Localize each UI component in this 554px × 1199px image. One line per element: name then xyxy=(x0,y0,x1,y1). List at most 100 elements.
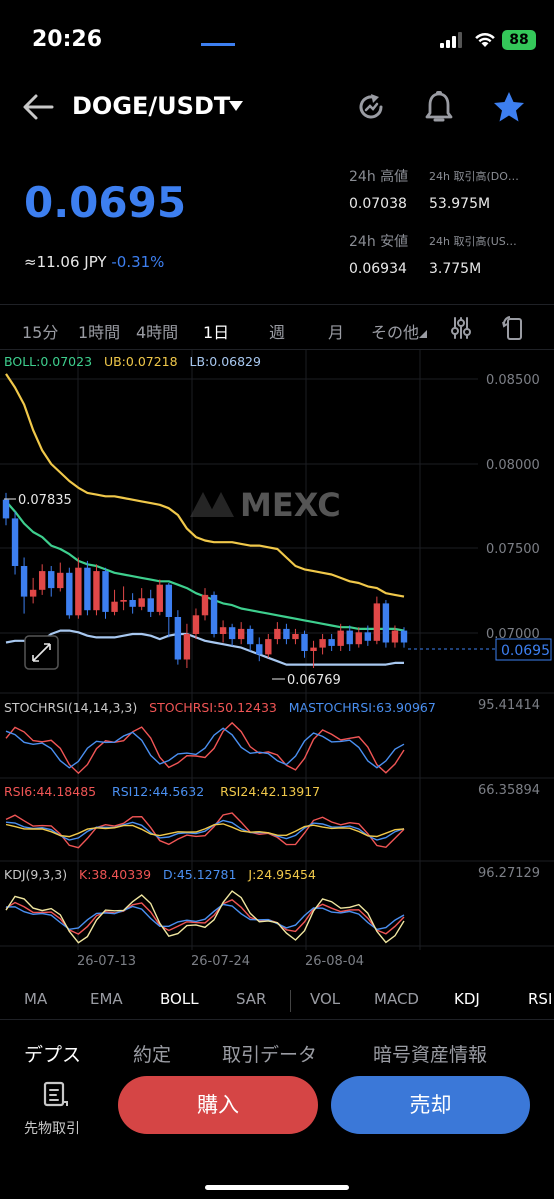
candle-body xyxy=(265,639,272,655)
indicator-kdj[interactable]: KDJ xyxy=(454,990,480,1008)
high-label: 24h 高値 xyxy=(349,169,409,185)
low-value: 0.06934 xyxy=(349,261,407,277)
trading-pair-title[interactable]: DOGE/USDT xyxy=(72,92,230,120)
indicator-lines xyxy=(5,721,405,944)
candle-body xyxy=(301,634,308,651)
indicator-macd[interactable]: MACD xyxy=(374,990,419,1008)
candle-body xyxy=(192,615,200,634)
volume-base-value: 53.975M xyxy=(429,196,491,212)
mexc-watermark xyxy=(190,492,234,517)
boll-upper-line xyxy=(5,373,405,598)
candle-body xyxy=(292,634,299,640)
favorite-star-icon[interactable] xyxy=(492,90,526,124)
tab-15m[interactable]: 15分 xyxy=(22,319,58,343)
active-tab-underline xyxy=(201,43,235,46)
futures-icon[interactable] xyxy=(40,1080,70,1110)
kdj-j-value: J:24.95454 xyxy=(248,867,316,882)
tab-trades[interactable]: 約定 xyxy=(133,1040,171,1067)
kdj-j-line xyxy=(5,890,405,944)
x-tick-0804: 26-08-04 xyxy=(305,954,364,969)
candle-body xyxy=(355,632,362,645)
tab-1h[interactable]: 1時間 xyxy=(78,319,120,343)
indicator-settings-icon[interactable] xyxy=(450,316,472,340)
home-indicator xyxy=(205,1185,349,1190)
cellular-signal-icon xyxy=(440,32,462,48)
indicator-ema[interactable]: EMA xyxy=(90,990,123,1008)
jpy-price: ≈11.06 JPY -0.31% xyxy=(24,253,164,271)
candle-body xyxy=(57,572,64,589)
current-price-tag: 0.0695 xyxy=(501,643,550,659)
candle-body xyxy=(274,628,281,640)
boll-mid-label: BOLL:0.07023 xyxy=(4,354,93,369)
price-chart[interactable]: MEXC 0.08500 0.08000 0.07500 0.07000 0.0… xyxy=(0,350,554,975)
tab-month[interactable]: 月 xyxy=(328,319,344,343)
rotate-screen-icon[interactable] xyxy=(502,315,524,341)
candle-body xyxy=(29,589,37,597)
kdj-d-value: D:45.12781 xyxy=(162,867,237,882)
refresh-icon[interactable] xyxy=(355,91,387,123)
max-price-label: 0.07835 xyxy=(18,493,72,508)
low-label: 24h 安値 xyxy=(349,234,409,250)
candle-body xyxy=(84,567,91,611)
sell-button[interactable]: 売却 xyxy=(331,1076,530,1134)
candle-body xyxy=(364,632,372,641)
candle-body xyxy=(156,584,163,612)
boll-lower-line xyxy=(5,629,404,666)
y-tick-0800: 0.08000 xyxy=(486,458,540,473)
tab-trading-data[interactable]: 取引データ xyxy=(222,1040,317,1067)
candle-body xyxy=(237,628,245,640)
kdj-k-value: K:38.40339 xyxy=(79,867,152,882)
indicator-boll[interactable]: BOLL xyxy=(160,990,199,1008)
futures-label[interactable]: 先物取引 xyxy=(24,1118,80,1138)
candle-body xyxy=(120,600,127,602)
candle-body xyxy=(219,627,227,634)
x-tick-0724: 26-07-24 xyxy=(191,954,250,969)
stochrsi-value: STOCHRSI:50.12433 xyxy=(149,700,277,715)
tab-crypto-info[interactable]: 暗号資産情報 xyxy=(373,1040,487,1067)
tab-4h[interactable]: 4時間 xyxy=(136,319,178,343)
candle-body xyxy=(48,571,55,589)
indicator-selector: MA EMA BOLL SAR VOL MACD KDJ RSI xyxy=(0,980,554,1020)
candle-body xyxy=(201,594,209,616)
kdj-max-value: 96.27129 xyxy=(478,866,540,881)
candle-body xyxy=(373,603,381,641)
stochrsi-title: STOCHRSI(14,14,3,3) xyxy=(4,700,138,715)
candle-body xyxy=(102,571,109,612)
rsi-max-value: 66.35894 xyxy=(478,783,540,798)
candle-body xyxy=(247,628,254,645)
last-price: 0.0695 xyxy=(24,178,187,227)
volume-quote-label: 24h 取引高(US… xyxy=(429,235,517,248)
tab-depth[interactable]: デプス xyxy=(24,1040,81,1067)
candle-body xyxy=(75,567,82,616)
candle-body xyxy=(129,600,136,607)
candle-body xyxy=(337,630,344,646)
caret-down-icon[interactable] xyxy=(228,100,244,112)
tab-week[interactable]: 週 xyxy=(269,319,285,343)
price-change: -0.31% xyxy=(111,253,165,271)
back-arrow-icon[interactable] xyxy=(22,92,54,122)
buy-button[interactable]: 購入 xyxy=(118,1076,318,1134)
watermark-text: MEXC xyxy=(240,486,341,524)
battery-indicator: 88 xyxy=(502,30,536,50)
indicator-vol[interactable]: VOL xyxy=(310,990,340,1008)
y-tick-0850: 0.08500 xyxy=(486,373,540,388)
rsi-legend: RSI6:44.18485 RSI12:44.5632 RSI24:42.139… xyxy=(4,784,320,799)
candle-body xyxy=(382,603,390,643)
rsi12-value: RSI12:44.5632 xyxy=(112,784,205,799)
wifi-icon xyxy=(475,32,495,47)
boll-lower-label: LB:0.06829 xyxy=(189,354,261,369)
candle-body xyxy=(147,598,154,612)
indicator-ma[interactable]: MA xyxy=(24,990,47,1008)
bell-icon[interactable] xyxy=(424,90,454,124)
candle-body xyxy=(165,584,173,617)
status-time: 20:26 xyxy=(32,27,103,52)
candle-body xyxy=(138,598,145,607)
mastochrsi-value: MASTOCHRSI:63.90967 xyxy=(288,700,436,715)
chart-grid xyxy=(0,350,554,950)
tab-more[interactable]: その他 xyxy=(371,319,428,343)
tab-1d[interactable]: 1日 xyxy=(203,319,229,343)
candle-body xyxy=(93,571,100,611)
indicator-sar[interactable]: SAR xyxy=(236,990,266,1008)
indicator-rsi[interactable]: RSI xyxy=(528,990,552,1008)
stoch-max-value: 95.41414 xyxy=(478,698,540,713)
